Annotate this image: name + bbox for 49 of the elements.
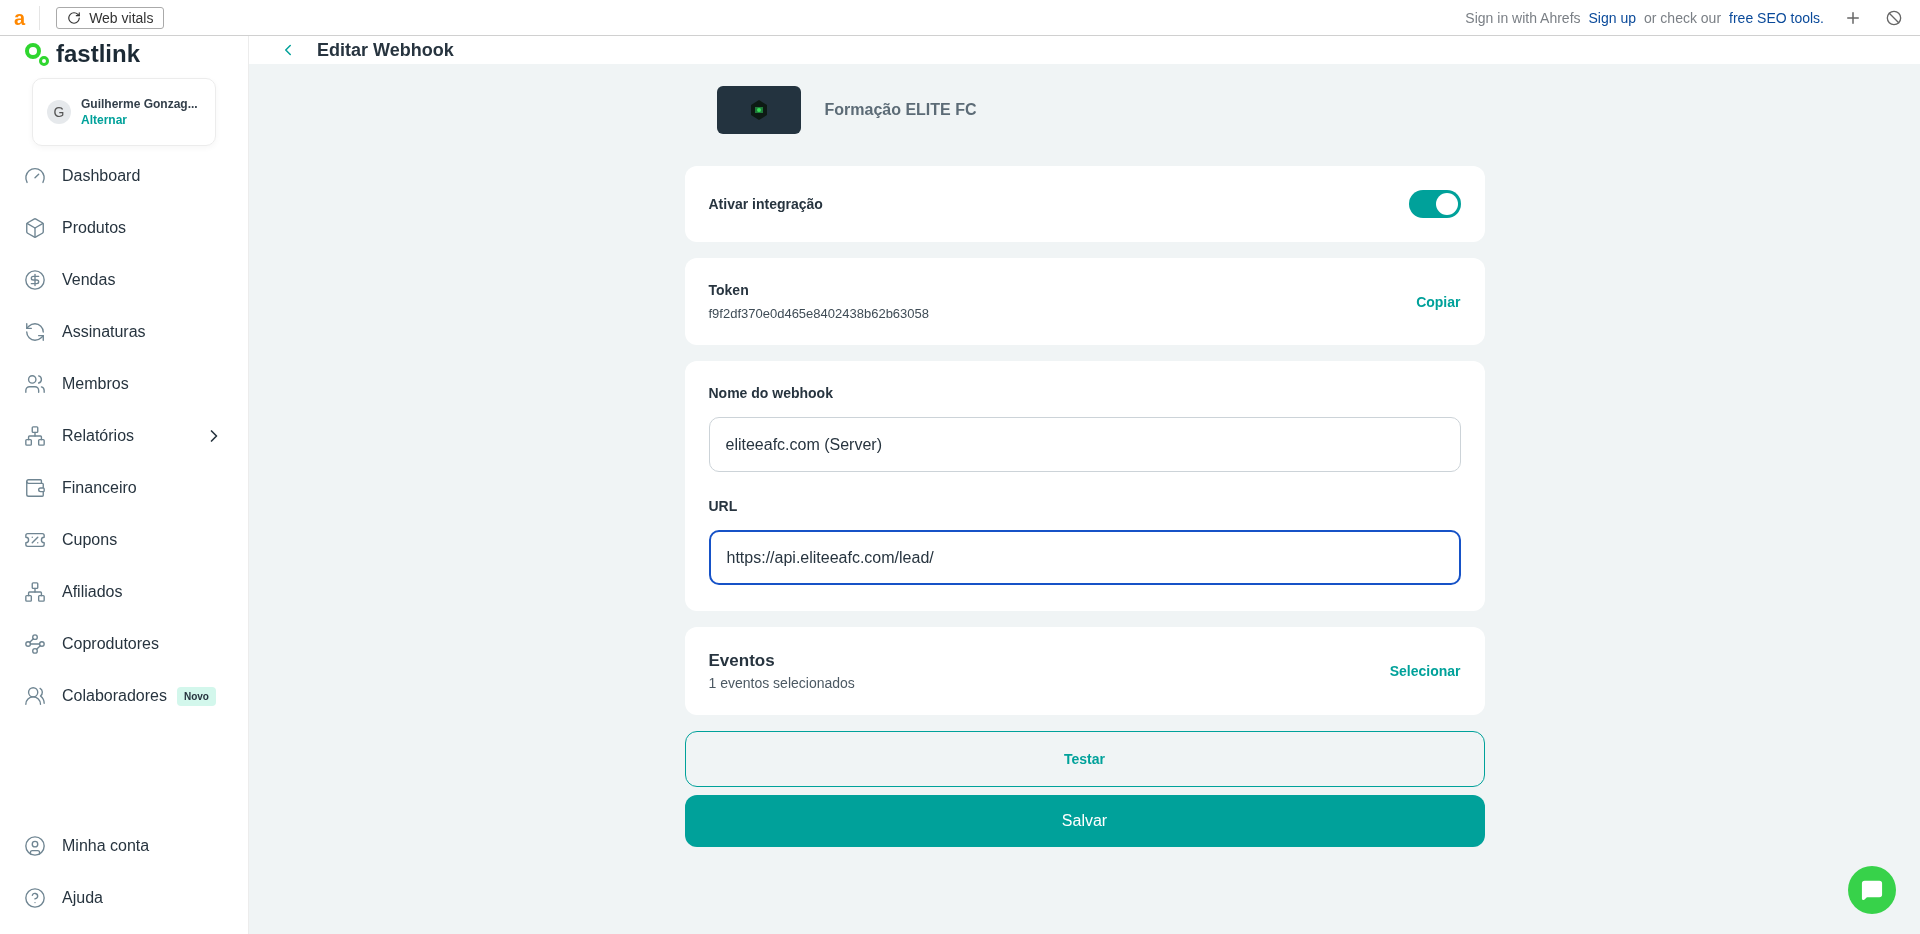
- brand-name: fastlink: [56, 40, 141, 68]
- nav-item[interactable]: Produtos: [24, 202, 224, 254]
- nav-icon: [24, 477, 46, 499]
- nav-item[interactable]: Vendas: [24, 254, 224, 306]
- check-text: or check our: [1644, 9, 1722, 26]
- sign-in-text: Sign in with Ahrefs: [1465, 9, 1581, 26]
- web-vitals-button[interactable]: Web vitals: [56, 6, 165, 29]
- nav-item[interactable]: Coprodutores: [24, 618, 224, 670]
- nav-icon: [24, 269, 46, 291]
- nav-icon: [24, 835, 46, 857]
- chat-button[interactable]: [1848, 866, 1896, 914]
- nav-icon: [24, 633, 46, 655]
- nav-icon: [24, 887, 46, 909]
- nav-item[interactable]: Ajuda: [24, 872, 224, 924]
- reload-icon: [67, 10, 82, 25]
- seo-tools-link[interactable]: free SEO tools.: [1729, 9, 1824, 26]
- integration-toggle[interactable]: [1408, 190, 1461, 218]
- nav-icon: [24, 581, 46, 603]
- nav-item[interactable]: Assinaturas: [24, 306, 224, 358]
- integration-label: Ativar integração: [708, 196, 823, 212]
- text-field[interactable]: eliteeafc.com (Server): [708, 417, 1461, 472]
- nav-item[interactable]: Minha conta: [24, 820, 224, 872]
- chat-icon: [1861, 879, 1883, 901]
- new-badge: Novo: [176, 686, 216, 706]
- nav-icon: [24, 425, 46, 447]
- page-title: Editar Webhook: [317, 39, 454, 61]
- sign-up-link[interactable]: Sign up: [1588, 9, 1636, 26]
- nav-item[interactable]: Cupons: [24, 514, 224, 566]
- nav-item[interactable]: Membros: [24, 358, 224, 410]
- nav-icon: [24, 685, 46, 707]
- nav-item[interactable]: Dashboard: [24, 150, 224, 202]
- field-label: Nome do webhook: [708, 385, 834, 401]
- field-label: URL: [708, 498, 739, 514]
- user-name: Guilherme Gonzag...: [81, 97, 198, 111]
- nav-icon: [24, 217, 46, 239]
- nav-icon: [24, 373, 46, 395]
- token-value: f9f2df370e0d465e8402438b62b63058: [708, 306, 929, 321]
- nav-item[interactable]: Relatórios: [24, 410, 224, 462]
- product-name: Formação ELITE FC: [824, 101, 977, 119]
- nav-item[interactable]: Colaboradores Novo: [24, 670, 224, 722]
- nav-item[interactable]: Afiliados: [24, 566, 224, 618]
- user-avatar: G: [47, 100, 71, 124]
- nav-icon: [24, 321, 46, 343]
- nav-item[interactable]: Financeiro: [24, 462, 224, 514]
- token-label: Token: [708, 282, 750, 298]
- brand-logo-icon: [24, 41, 50, 67]
- text-field[interactable]: https://api.eliteeafc.com/lead/: [708, 530, 1461, 585]
- events-title: Eventos: [708, 651, 776, 671]
- events-summary: 1 eventos selecionados: [708, 675, 855, 691]
